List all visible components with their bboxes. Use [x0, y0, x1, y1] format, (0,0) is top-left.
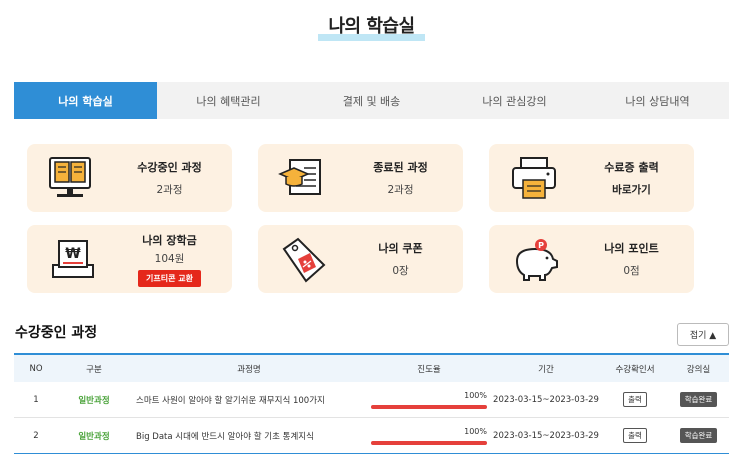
header-course-name: 과정명 — [237, 364, 261, 375]
svg-text:P: P — [538, 241, 544, 250]
card-in-progress[interactable]: 수강중인 과정 2과정 — [27, 144, 232, 212]
progress-label: 100% — [464, 426, 487, 436]
card-title: 나의 쿠폰 — [378, 242, 423, 255]
progress-bar — [371, 404, 487, 409]
row-no: 1 — [14, 382, 58, 418]
tab-bar: 나의 학습실 나의 혜택관리 결제 및 배송 나의 관심강의 나의 상담내역 — [14, 82, 729, 119]
table-row: 2 일반과정 Big Data 시대에 반드시 알아야 할 기초 통계지식 10… — [14, 417, 729, 454]
row-progress: 100% — [368, 417, 490, 454]
graduation-scroll-icon — [278, 159, 321, 195]
card-value: 0점 — [623, 265, 640, 277]
page-title-text: 나의 학습실 — [328, 16, 415, 37]
row-classroom: 학습완료 — [668, 382, 729, 418]
card-title: 종료된 과정 — [373, 161, 428, 174]
row-certificate: 출력 — [602, 417, 668, 454]
tab-consultations[interactable]: 나의 상담내역 — [586, 82, 729, 119]
print-button[interactable]: 출력 — [623, 392, 647, 407]
coupon-tag-icon — [282, 237, 326, 283]
row-period: 2023-03-15~2023-03-29 — [490, 382, 602, 418]
collapse-button[interactable]: 접기 ▲ — [677, 323, 729, 346]
card-coupon[interactable]: 나의 쿠폰 0장 — [258, 225, 463, 293]
piggy-bank-icon: P — [515, 239, 558, 281]
card-completed[interactable]: 종료된 과정 2과정 — [258, 144, 463, 212]
monitor-book-icon — [49, 157, 91, 197]
header-classroom: 강의실 — [686, 364, 711, 375]
card-title: 나의 장학금 — [142, 233, 197, 247]
header-progress: 진도율 — [417, 364, 441, 375]
row-progress: 100% — [368, 382, 490, 418]
table-header-row: NO 구분 과정명 진도율 기간 수강확인서 강의실 — [14, 354, 729, 382]
header-no: NO — [29, 363, 43, 374]
row-category: 일반과정 — [58, 417, 130, 454]
progress-fill — [371, 440, 487, 445]
progress-fill — [371, 404, 487, 409]
tab-payment-shipping[interactable]: 결제 및 배송 — [300, 82, 443, 119]
card-value[interactable]: 바로가기 — [612, 182, 651, 197]
header-period: 기간 — [538, 364, 554, 375]
tab-benefits[interactable]: 나의 혜택관리 — [157, 82, 300, 119]
card-title: 수강중인 과정 — [137, 161, 202, 174]
header-category: 구분 — [86, 364, 102, 375]
tab-my-classroom[interactable]: 나의 학습실 — [14, 82, 157, 119]
page-title-wrap: 나의 학습실 — [0, 12, 743, 41]
printer-icon — [512, 157, 556, 199]
row-course-name[interactable]: 스마트 사원이 알아야 할 알기쉬운 재무지식 100가지 — [130, 382, 368, 418]
row-period: 2023-03-15~2023-03-29 — [490, 417, 602, 454]
row-category: 일반과정 — [58, 382, 130, 418]
svg-text:₩: ₩ — [65, 246, 81, 262]
card-certificate[interactable]: 수료증 출력 바로가기 — [489, 144, 694, 212]
table-row: 1 일반과정 스마트 사원이 알아야 할 알기쉬운 재무지식 100가지 100… — [14, 382, 729, 418]
card-title: 수료증 출력 — [604, 161, 659, 174]
row-course-name[interactable]: Big Data 시대에 반드시 알아야 할 기초 통계지식 — [130, 417, 368, 454]
row-classroom: 학습완료 — [668, 417, 729, 454]
progress-bar — [371, 440, 487, 445]
print-button[interactable]: 출력 — [623, 428, 647, 443]
card-value: 2과정 — [156, 184, 183, 196]
card-value: 104원 — [154, 252, 185, 265]
card-scholarship[interactable]: ₩ 나의 장학금 104원 기프티콘 교환 — [27, 225, 232, 293]
courses-section-title: 수강중인 과정 — [15, 325, 98, 341]
progress-label: 100% — [464, 390, 487, 400]
courses-table: NO 구분 과정명 진도율 기간 수강확인서 강의실 1 일반과정 스마트 사원… — [14, 353, 729, 454]
gifticon-exchange-button[interactable]: 기프티콘 교환 — [138, 269, 201, 287]
row-no: 2 — [14, 417, 58, 454]
header-certificate: 수강확인서 — [615, 364, 655, 375]
card-points[interactable]: P 나의 포인트 0점 — [489, 225, 694, 293]
study-complete-button[interactable]: 학습완료 — [679, 428, 718, 443]
tab-interested-courses[interactable]: 나의 관심강의 — [443, 82, 586, 119]
page-title: 나의 학습실 — [318, 12, 425, 41]
row-certificate: 출력 — [602, 382, 668, 418]
card-value: 2과정 — [387, 184, 414, 196]
won-register-icon: ₩ — [52, 240, 94, 278]
study-complete-button[interactable]: 학습완료 — [679, 392, 718, 407]
card-value: 0장 — [392, 265, 409, 277]
card-title: 나의 포인트 — [604, 242, 659, 255]
